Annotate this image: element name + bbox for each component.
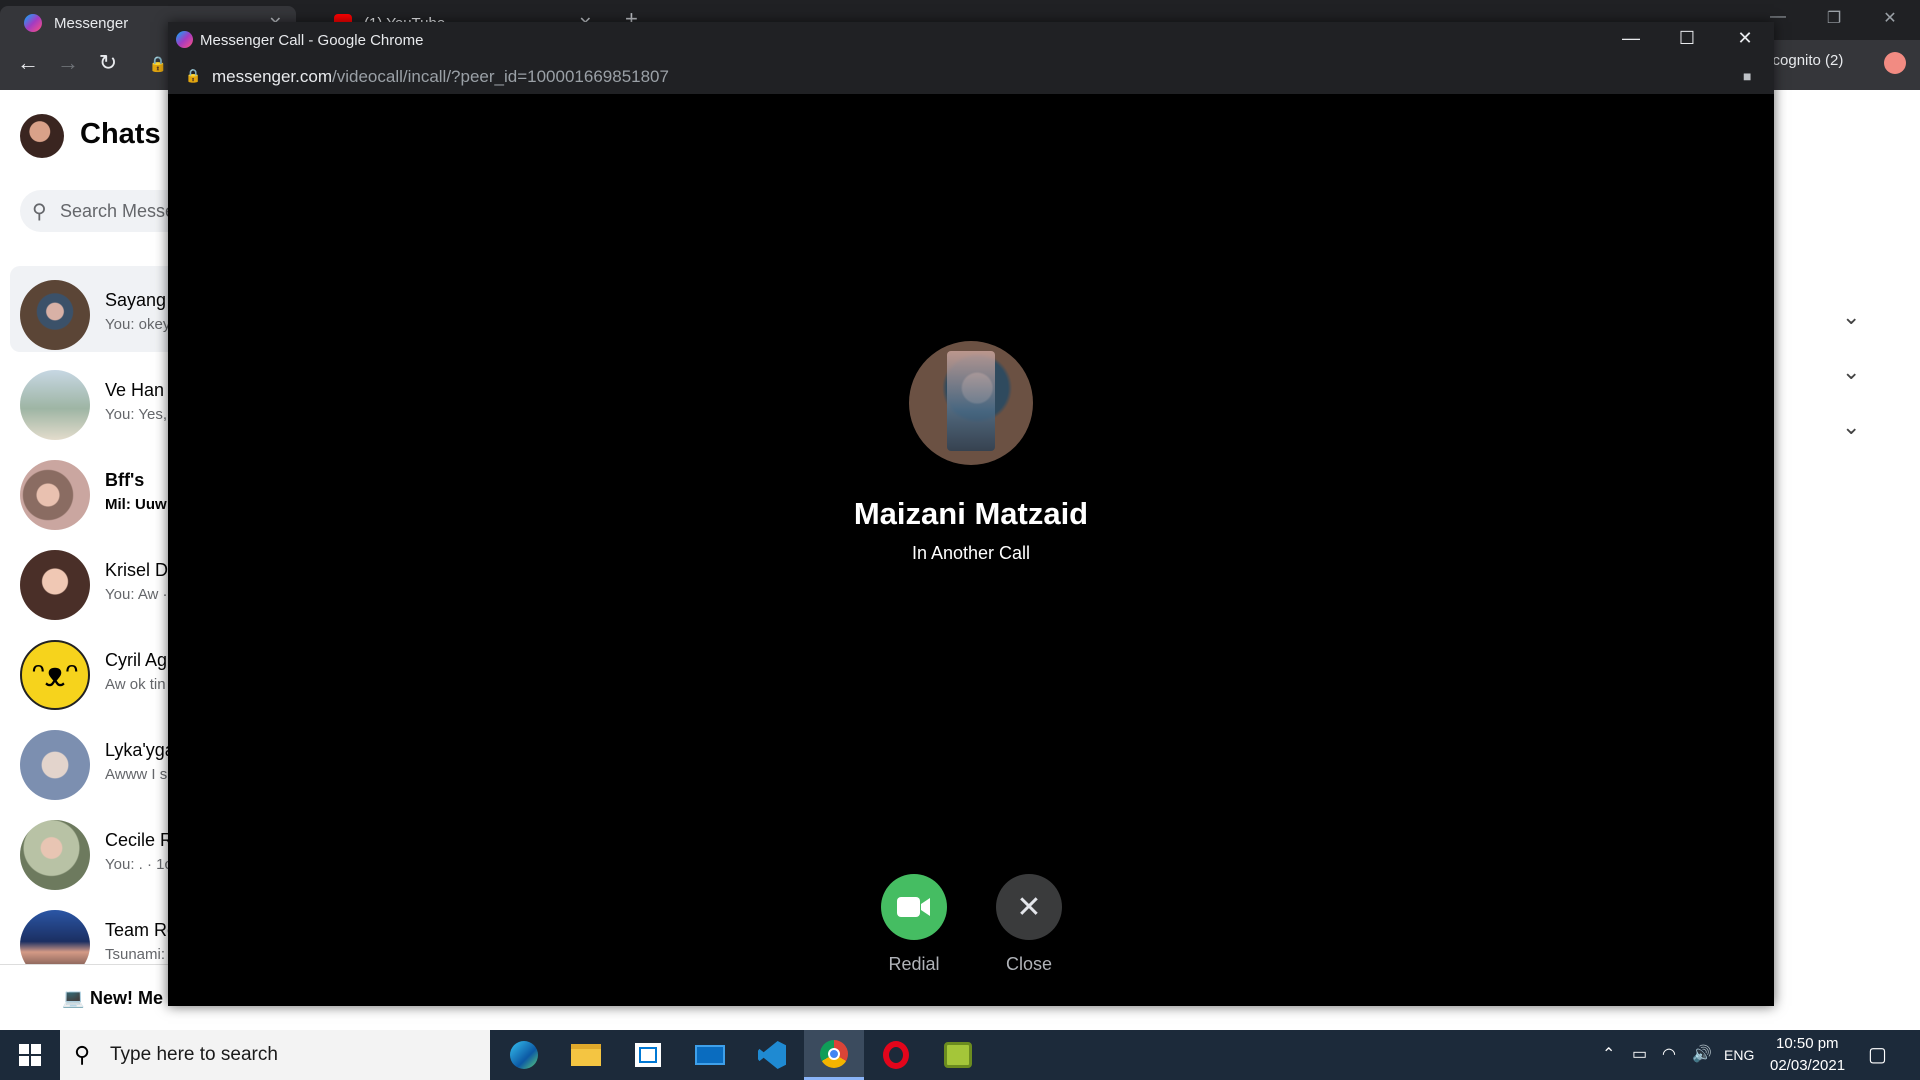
edge-icon[interactable] [494,1030,554,1080]
laptop-icon: 💻 [62,988,85,1008]
chat-name: Bff's [105,470,145,490]
camera-icon[interactable]: ■ [1743,68,1751,84]
chat-name: Lyka'yga [105,740,175,760]
clock-time[interactable]: 10:50 pm [1776,1035,1839,1052]
avatar [20,460,90,530]
chat-preview: You: Aw · [105,586,168,603]
search-placeholder: Search Messe [60,201,176,221]
chat-name: Cyril Ag [105,650,168,670]
chevron-down-icon[interactable]: ⌄ [1842,304,1860,330]
caller-photo [947,351,995,451]
video-camera-icon [897,897,930,917]
opera-icon[interactable] [866,1030,926,1080]
chat-name: Sayang [105,290,167,310]
chrome-icon[interactable] [804,1030,864,1080]
close-call-button[interactable]: ✕ [996,874,1062,940]
messenger-icon [24,14,42,32]
page-title: Chats [80,118,161,150]
avatar [20,550,90,620]
reload-icon[interactable]: ↻ [90,50,126,76]
start-button[interactable] [0,1030,60,1080]
windows-icon [19,1044,41,1066]
search-icon: ⚲ [74,1042,91,1067]
maximize-icon[interactable]: ☐ [1662,28,1712,49]
chevron-down-icon[interactable]: ⌄ [1842,414,1860,440]
back-icon[interactable]: ← [10,50,46,76]
avatar [20,820,90,890]
chat-preview: You: okey [105,316,171,333]
chat-name: Team Re [105,920,178,940]
avatar [20,280,90,350]
call-status: In Another Call [911,543,1031,563]
vscode-icon[interactable] [742,1030,802,1080]
forward-icon[interactable]: → [50,50,86,76]
wifi-icon[interactable]: ◠ [1662,1044,1676,1064]
restore-icon[interactable]: ❐ [1806,8,1862,28]
store-icon[interactable] [618,1030,678,1080]
caller-name: Maizani Matzaid [853,496,1089,531]
close-icon: ✕ [1016,890,1042,924]
chat-name: Cecile R [105,830,174,850]
window-title: Messenger Call - Google Chrome [200,32,424,49]
battery-icon[interactable]: ▭ [1632,1044,1647,1064]
chat-preview: Tsunami: [105,946,166,963]
chat-name: Krisel D [105,560,169,580]
lock-icon: 🔒 [185,68,202,83]
mail-icon[interactable] [680,1030,740,1080]
close-label: Close [1005,954,1053,974]
chat-preview: You: Yes, [105,406,168,423]
caller-avatar [909,341,1033,465]
url-text[interactable]: messenger.com/videocall/incall/?peer_id=… [212,67,669,87]
chat-preview: Mil: Uuw [105,496,167,513]
notifications-icon[interactable]: ▢ [1868,1042,1887,1067]
avatar[interactable] [20,114,64,158]
smiley-avatar: ᵔᴥᵔ [20,640,90,710]
profile-alert-icon[interactable] [1884,52,1906,74]
chat-preview: Awww I s [105,766,168,783]
clock-date[interactable]: 02/03/2021 [1770,1057,1845,1074]
chat-preview: You: . · 1c [105,856,172,873]
avatar [20,730,90,800]
close-window-icon[interactable]: ✕ [1862,8,1918,28]
redial-label: Redial [888,954,940,974]
minimize-icon[interactable]: — [1606,28,1656,49]
chevron-up-icon[interactable]: ⌃ [1602,1044,1615,1064]
messenger-icon [176,31,193,48]
url-host: messenger.com [212,67,332,86]
redial-button[interactable] [881,874,947,940]
close-window-icon[interactable]: ✕ [1720,28,1770,49]
android-studio-icon[interactable] [928,1030,988,1080]
taskbar-search-placeholder: Type here to search [110,1044,278,1065]
chat-preview: Aw ok tin [105,676,166,693]
search-icon: ⚲ [32,201,47,223]
language-indicator[interactable]: ENG [1724,1047,1754,1063]
volume-icon[interactable]: 🔊 [1692,1044,1712,1064]
avatar [20,370,90,440]
url-path: /videocall/incall/?peer_id=1000016698518… [332,67,669,86]
new-messenger-text: New! Me [90,988,164,1008]
file-explorer-icon[interactable] [556,1030,616,1080]
chevron-down-icon[interactable]: ⌄ [1842,359,1860,385]
chat-name: Ve Han [105,380,165,400]
